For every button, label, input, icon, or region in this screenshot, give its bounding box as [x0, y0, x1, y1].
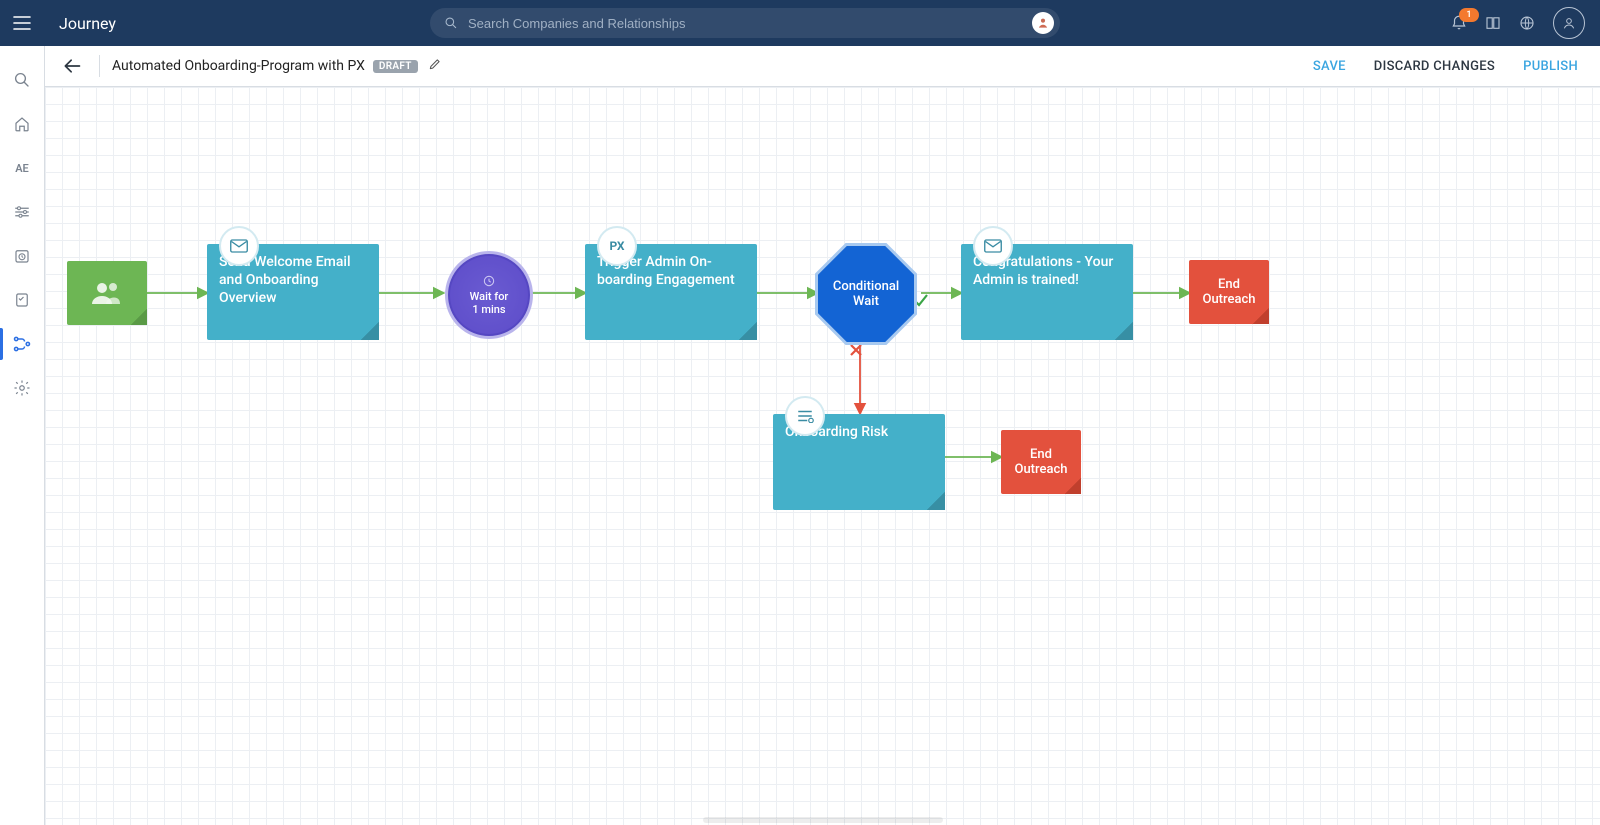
status-tag: DRAFT: [373, 60, 418, 73]
menu-toggle-button[interactable]: [0, 0, 45, 46]
node-trigger-px[interactable]: PX Trigger Admin On-boarding Engagement: [585, 244, 757, 340]
horizontal-scrollbar-icon[interactable]: [703, 817, 943, 823]
journey-name: Automated Onboarding-Program with PX: [112, 58, 365, 74]
wait-label-1: Wait for: [470, 290, 509, 303]
back-button[interactable]: [57, 51, 87, 81]
node-end-outreach-1[interactable]: End Outreach: [1189, 260, 1269, 324]
rail-scheduled-icon[interactable]: [0, 234, 44, 278]
search-input[interactable]: [466, 15, 1026, 32]
rail-search-icon[interactable]: [0, 58, 44, 102]
journey-header: Automated Onboarding-Program with PX DRA…: [45, 46, 1600, 87]
edit-name-button[interactable]: [428, 57, 442, 75]
search-avatar-icon: [1032, 12, 1054, 34]
publish-button[interactable]: PUBLISH: [1523, 59, 1578, 74]
wait-label-2: 1 mins: [472, 303, 505, 316]
notifications-button[interactable]: 1: [1442, 0, 1476, 46]
list-icon: [785, 396, 825, 436]
rail-checklist-icon[interactable]: [0, 278, 44, 322]
globe-icon[interactable]: [1510, 0, 1544, 46]
left-rail: AE: [0, 46, 45, 825]
node-label: End Outreach: [1195, 277, 1263, 307]
node-end-outreach-2[interactable]: End Outreach: [1001, 430, 1081, 494]
top-navbar: Journey 1: [0, 0, 1600, 46]
discard-button[interactable]: DISCARD CHANGES: [1374, 59, 1495, 74]
journey-canvas[interactable]: Send Welcome Email and Onboarding Overvi…: [45, 87, 1600, 825]
node-onboarding-risk[interactable]: Onboarding Risk: [773, 414, 945, 510]
rail-sliders-icon[interactable]: [0, 190, 44, 234]
node-congrats[interactable]: Congratulations - Your Admin is trained!: [961, 244, 1133, 340]
rail-ae-item[interactable]: AE: [0, 146, 44, 190]
px-badge-icon: PX: [597, 226, 637, 266]
save-button[interactable]: SAVE: [1313, 59, 1346, 74]
node-conditional-wait[interactable]: Conditional Wait: [815, 243, 917, 345]
node-start[interactable]: [67, 261, 147, 325]
rail-home-icon[interactable]: [0, 102, 44, 146]
rail-journey-icon[interactable]: [0, 322, 44, 366]
node-label: Conditional Wait: [828, 279, 904, 309]
node-label: End Outreach: [1007, 447, 1075, 477]
app-title: Journey: [45, 14, 130, 33]
profile-button[interactable]: [1552, 0, 1586, 46]
mail-icon: [219, 226, 259, 266]
node-wait-timer[interactable]: Wait for 1 mins: [445, 251, 533, 339]
rail-settings-icon[interactable]: [0, 366, 44, 410]
node-welcome-email[interactable]: Send Welcome Email and Onboarding Overvi…: [207, 244, 379, 340]
global-search[interactable]: [430, 8, 1060, 38]
help-book-icon[interactable]: [1476, 0, 1510, 46]
clock-icon: [482, 274, 496, 288]
mail-icon: [973, 226, 1013, 266]
